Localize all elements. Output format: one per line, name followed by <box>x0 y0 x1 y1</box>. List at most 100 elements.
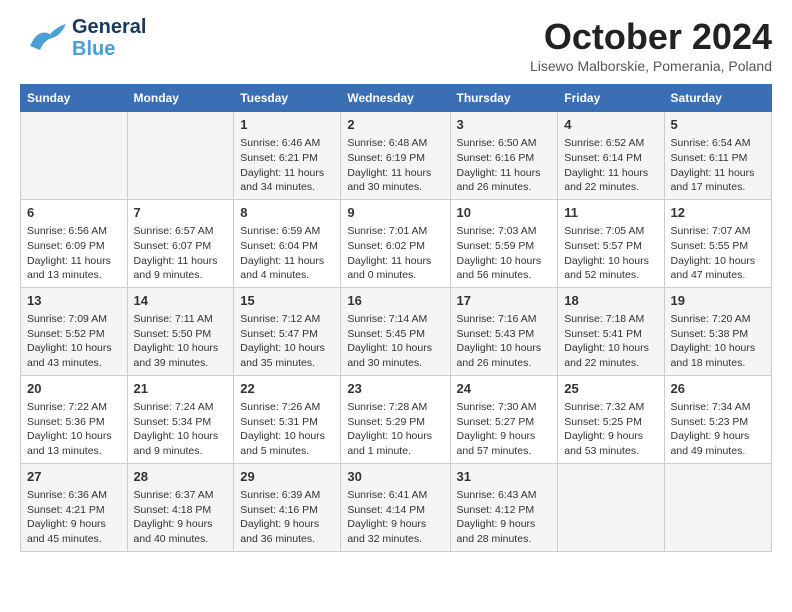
day-info: Sunrise: 7:24 AM Sunset: 5:34 PM Dayligh… <box>134 400 228 459</box>
day-info: Sunrise: 7:30 AM Sunset: 5:27 PM Dayligh… <box>457 400 552 459</box>
calendar-cell: 21 Sunrise: 7:24 AM Sunset: 5:34 PM Dayli… <box>127 375 234 463</box>
calendar-cell: 2 Sunrise: 6:48 AM Sunset: 6:19 PM Daylig… <box>341 112 450 200</box>
day-number: 27 <box>27 468 121 486</box>
day-info: Sunrise: 6:46 AM Sunset: 6:21 PM Dayligh… <box>240 136 334 195</box>
page-header: General Blue October 2024 Lisewo Malbors… <box>20 16 772 74</box>
day-number: 11 <box>564 204 657 222</box>
calendar-cell: 24 Sunrise: 7:30 AM Sunset: 5:27 PM Dayli… <box>450 375 558 463</box>
weekday-header-monday: Monday <box>127 85 234 112</box>
calendar-cell: 3 Sunrise: 6:50 AM Sunset: 6:16 PM Daylig… <box>450 112 558 200</box>
weekday-header-sunday: Sunday <box>21 85 128 112</box>
day-number: 5 <box>671 116 765 134</box>
calendar-cell: 25Sunrise: 7:32 AM Sunset: 5:25 PM Dayli… <box>558 375 664 463</box>
day-info: Sunrise: 6:37 AM Sunset: 4:18 PM Dayligh… <box>134 488 228 547</box>
calendar-cell: 12 Sunrise: 7:07 AM Sunset: 5:55 PM Dayli… <box>664 199 771 287</box>
calendar-week-row: 27 Sunrise: 6:36 AM Sunset: 4:21 PM Dayli… <box>21 463 772 551</box>
calendar-cell: 7 Sunrise: 6:57 AM Sunset: 6:07 PM Daylig… <box>127 199 234 287</box>
day-number: 16 <box>347 292 443 310</box>
day-number: 28 <box>134 468 228 486</box>
calendar-cell: 31 Sunrise: 6:43 AM Sunset: 4:12 PM Dayli… <box>450 463 558 551</box>
day-number: 3 <box>457 116 552 134</box>
calendar-cell: 29 Sunrise: 6:39 AM Sunset: 4:16 PM Dayli… <box>234 463 341 551</box>
day-number: 12 <box>671 204 765 222</box>
calendar-cell: 8 Sunrise: 6:59 AM Sunset: 6:04 PM Daylig… <box>234 199 341 287</box>
calendar-cell: 1 Sunrise: 6:46 AM Sunset: 6:21 PM Daylig… <box>234 112 341 200</box>
weekday-header-saturday: Saturday <box>664 85 771 112</box>
day-info: Sunrise: 7:09 AM Sunset: 5:52 PM Dayligh… <box>27 312 121 371</box>
day-number: 23 <box>347 380 443 398</box>
day-number: 29 <box>240 468 334 486</box>
day-info: Sunrise: 7:11 AM Sunset: 5:50 PM Dayligh… <box>134 312 228 371</box>
day-info: Sunrise: 7:26 AM Sunset: 5:31 PM Dayligh… <box>240 400 334 459</box>
day-info: Sunrise: 6:43 AM Sunset: 4:12 PM Dayligh… <box>457 488 552 547</box>
weekday-header-wednesday: Wednesday <box>341 85 450 112</box>
calendar-cell: 5 Sunrise: 6:54 AM Sunset: 6:11 PM Daylig… <box>664 112 771 200</box>
day-number: 21 <box>134 380 228 398</box>
day-number: 4 <box>564 116 657 134</box>
calendar-cell: 11 Sunrise: 7:05 AM Sunset: 5:57 PM Dayli… <box>558 199 664 287</box>
day-info: Sunrise: 7:01 AM Sunset: 6:02 PM Dayligh… <box>347 224 443 283</box>
calendar-cell: 30 Sunrise: 6:41 AM Sunset: 4:14 PM Dayli… <box>341 463 450 551</box>
day-info: Sunrise: 6:56 AM Sunset: 6:09 PM Dayligh… <box>27 224 121 283</box>
calendar-cell: 17Sunrise: 7:16 AM Sunset: 5:43 PM Dayli… <box>450 287 558 375</box>
day-info: Sunrise: 6:57 AM Sunset: 6:07 PM Dayligh… <box>134 224 228 283</box>
day-info: Sunrise: 6:59 AM Sunset: 6:04 PM Dayligh… <box>240 224 334 283</box>
weekday-header-tuesday: Tuesday <box>234 85 341 112</box>
calendar-week-row: 13 Sunrise: 7:09 AM Sunset: 5:52 PM Dayli… <box>21 287 772 375</box>
day-info: Sunrise: 6:52 AM Sunset: 6:14 PM Dayligh… <box>564 136 657 195</box>
day-info: Sunrise: 7:07 AM Sunset: 5:55 PM Dayligh… <box>671 224 765 283</box>
calendar-cell: 23 Sunrise: 7:28 AM Sunset: 5:29 PM Dayli… <box>341 375 450 463</box>
calendar-cell: 20Sunrise: 7:22 AM Sunset: 5:36 PM Dayli… <box>21 375 128 463</box>
day-number: 14 <box>134 292 228 310</box>
calendar-cell: 10 Sunrise: 7:03 AM Sunset: 5:59 PM Dayli… <box>450 199 558 287</box>
day-info: Sunrise: 7:28 AM Sunset: 5:29 PM Dayligh… <box>347 400 443 459</box>
day-info: Sunrise: 7:05 AM Sunset: 5:57 PM Dayligh… <box>564 224 657 283</box>
logo: General Blue <box>20 16 146 60</box>
month-title: October 2024 <box>530 16 772 58</box>
calendar-cell: 9Sunrise: 7:01 AM Sunset: 6:02 PM Daylig… <box>341 199 450 287</box>
day-number: 10 <box>457 204 552 222</box>
day-number: 1 <box>240 116 334 134</box>
calendar-cell: 15 Sunrise: 7:12 AM Sunset: 5:47 PM Dayli… <box>234 287 341 375</box>
calendar-cell: 19Sunrise: 7:20 AM Sunset: 5:38 PM Dayli… <box>664 287 771 375</box>
calendar-cell: 4 Sunrise: 6:52 AM Sunset: 6:14 PM Daylig… <box>558 112 664 200</box>
day-number: 2 <box>347 116 443 134</box>
day-number: 7 <box>134 204 228 222</box>
day-info: Sunrise: 7:16 AM Sunset: 5:43 PM Dayligh… <box>457 312 552 371</box>
calendar-cell <box>664 463 771 551</box>
calendar-cell <box>127 112 234 200</box>
logo-icon <box>20 18 68 58</box>
logo-blue-text: Blue <box>72 38 146 60</box>
day-info: Sunrise: 6:48 AM Sunset: 6:19 PM Dayligh… <box>347 136 443 195</box>
day-number: 24 <box>457 380 552 398</box>
calendar-cell: 14 Sunrise: 7:11 AM Sunset: 5:50 PM Dayli… <box>127 287 234 375</box>
calendar-cell <box>558 463 664 551</box>
day-number: 18 <box>564 292 657 310</box>
day-number: 20 <box>27 380 121 398</box>
calendar-cell: 16 Sunrise: 7:14 AM Sunset: 5:45 PM Dayli… <box>341 287 450 375</box>
day-info: Sunrise: 6:36 AM Sunset: 4:21 PM Dayligh… <box>27 488 121 547</box>
day-info: Sunrise: 7:03 AM Sunset: 5:59 PM Dayligh… <box>457 224 552 283</box>
day-number: 13 <box>27 292 121 310</box>
logo-general-text: General <box>72 16 146 38</box>
calendar-week-row: 6 Sunrise: 6:56 AM Sunset: 6:09 PM Daylig… <box>21 199 772 287</box>
calendar-week-row: 20Sunrise: 7:22 AM Sunset: 5:36 PM Dayli… <box>21 375 772 463</box>
weekday-header-friday: Friday <box>558 85 664 112</box>
day-info: Sunrise: 6:41 AM Sunset: 4:14 PM Dayligh… <box>347 488 443 547</box>
calendar-table: SundayMondayTuesdayWednesdayThursdayFrid… <box>20 84 772 552</box>
day-number: 31 <box>457 468 552 486</box>
calendar-cell: 28 Sunrise: 6:37 AM Sunset: 4:18 PM Dayli… <box>127 463 234 551</box>
calendar-cell: 13 Sunrise: 7:09 AM Sunset: 5:52 PM Dayli… <box>21 287 128 375</box>
weekday-header-row: SundayMondayTuesdayWednesdayThursdayFrid… <box>21 85 772 112</box>
day-info: Sunrise: 6:54 AM Sunset: 6:11 PM Dayligh… <box>671 136 765 195</box>
day-number: 8 <box>240 204 334 222</box>
day-number: 6 <box>27 204 121 222</box>
day-info: Sunrise: 6:39 AM Sunset: 4:16 PM Dayligh… <box>240 488 334 547</box>
day-number: 15 <box>240 292 334 310</box>
day-info: Sunrise: 7:12 AM Sunset: 5:47 PM Dayligh… <box>240 312 334 371</box>
day-number: 30 <box>347 468 443 486</box>
day-number: 25 <box>564 380 657 398</box>
day-number: 22 <box>240 380 334 398</box>
day-info: Sunrise: 6:50 AM Sunset: 6:16 PM Dayligh… <box>457 136 552 195</box>
day-info: Sunrise: 7:14 AM Sunset: 5:45 PM Dayligh… <box>347 312 443 371</box>
